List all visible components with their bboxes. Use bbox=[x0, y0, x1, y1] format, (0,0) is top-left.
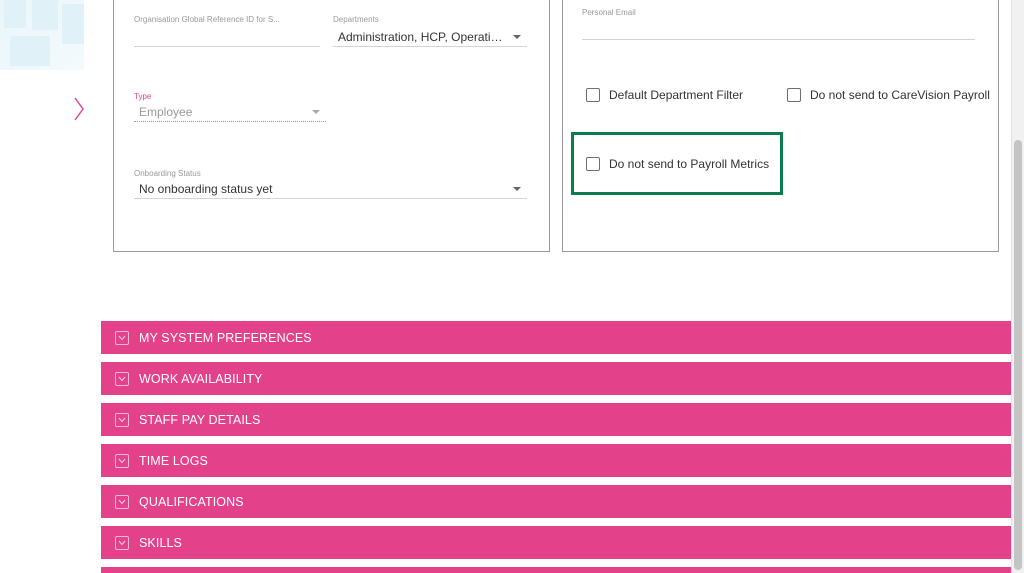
chevron-down-icon bbox=[115, 535, 129, 550]
section-time-logs[interactable]: TIME LOGS bbox=[101, 444, 1011, 477]
no-carevision-payroll-option[interactable]: Do not send to CareVision Payroll bbox=[787, 88, 990, 102]
chevron-down-icon bbox=[115, 330, 129, 345]
chevron-right-icon bbox=[74, 97, 84, 121]
scrollbar-thumb[interactable] bbox=[1014, 140, 1022, 570]
chevron-down-icon bbox=[115, 412, 129, 427]
type-label: Type bbox=[134, 92, 152, 101]
section-title: TIME LOGS bbox=[139, 453, 208, 468]
logo-tile bbox=[10, 36, 50, 66]
departments-value: Administration, HCP, Operation... bbox=[338, 30, 514, 44]
org-reference-label: Organisation Global Reference ID for S..… bbox=[134, 15, 280, 24]
departments-field: Departments Administration, HCP, Operati… bbox=[333, 15, 527, 49]
no-carevision-payroll-checkbox[interactable] bbox=[787, 88, 801, 102]
org-reference-field: Organisation Global Reference ID for S..… bbox=[134, 15, 320, 49]
org-reference-input[interactable] bbox=[134, 29, 320, 47]
personal-email-input[interactable] bbox=[582, 22, 975, 40]
onboarding-status-select[interactable]: No onboarding status yet bbox=[134, 179, 527, 199]
logo-tile bbox=[62, 4, 84, 44]
chevron-down-icon bbox=[115, 453, 129, 468]
onboarding-status-field: Onboarding Status No onboarding status y… bbox=[134, 169, 527, 203]
logo-tile bbox=[4, 0, 26, 28]
section-work-availability[interactable]: WORK AVAILABILITY bbox=[101, 362, 1011, 395]
section-qualifications[interactable]: QUALIFICATIONS bbox=[101, 485, 1011, 518]
section-title: STAFF PAY DETAILS bbox=[139, 412, 261, 427]
onboarding-status-label: Onboarding Status bbox=[134, 169, 201, 178]
caret-down-icon bbox=[312, 110, 320, 114]
personal-details-panel-right: Personal Email Default Department Filter… bbox=[562, 0, 999, 252]
onboarding-status-value: No onboarding status yet bbox=[139, 182, 273, 196]
chevron-down-icon bbox=[115, 371, 129, 386]
caret-down-icon bbox=[513, 187, 521, 191]
personal-details-panel-left: Organisation Global Reference ID for S..… bbox=[113, 0, 550, 252]
caret-down-icon bbox=[513, 35, 521, 39]
chevron-down-icon bbox=[115, 494, 129, 509]
personal-email-field: Personal Email bbox=[582, 8, 975, 42]
default-department-filter-option[interactable]: Default Department Filter bbox=[586, 88, 743, 102]
personal-email-label: Personal Email bbox=[582, 8, 636, 17]
section-title: SKILLS bbox=[139, 535, 182, 550]
section-my-system-preferences[interactable]: MY SYSTEM PREFERENCES bbox=[101, 321, 1011, 354]
type-field: Type Employee bbox=[134, 92, 326, 126]
no-payroll-metrics-option[interactable]: Do not send to Payroll Metrics bbox=[586, 157, 769, 171]
section-title: WORK AVAILABILITY bbox=[139, 371, 263, 386]
section-next-partial[interactable] bbox=[101, 567, 1011, 573]
default-department-filter-label: Default Department Filter bbox=[609, 88, 744, 102]
no-carevision-payroll-label: Do not send to CareVision Payroll bbox=[810, 88, 990, 102]
section-title: MY SYSTEM PREFERENCES bbox=[139, 330, 312, 345]
type-select[interactable]: Employee bbox=[134, 102, 326, 122]
no-payroll-metrics-checkbox[interactable] bbox=[586, 157, 600, 171]
section-title: QUALIFICATIONS bbox=[139, 494, 244, 509]
section-skills[interactable]: SKILLS bbox=[101, 526, 1011, 559]
departments-select[interactable]: Administration, HCP, Operation... bbox=[333, 27, 527, 47]
default-department-filter-checkbox[interactable] bbox=[586, 88, 600, 102]
no-payroll-metrics-label: Do not send to Payroll Metrics bbox=[609, 157, 770, 171]
logo-fragment bbox=[0, 0, 84, 70]
departments-label: Departments bbox=[333, 15, 379, 24]
section-staff-pay-details[interactable]: STAFF PAY DETAILS bbox=[101, 403, 1011, 436]
expand-sidebar-button[interactable] bbox=[68, 92, 90, 126]
type-value: Employee bbox=[139, 105, 193, 119]
logo-tile bbox=[32, 0, 58, 30]
page-scrollbar[interactable] bbox=[1011, 0, 1024, 573]
